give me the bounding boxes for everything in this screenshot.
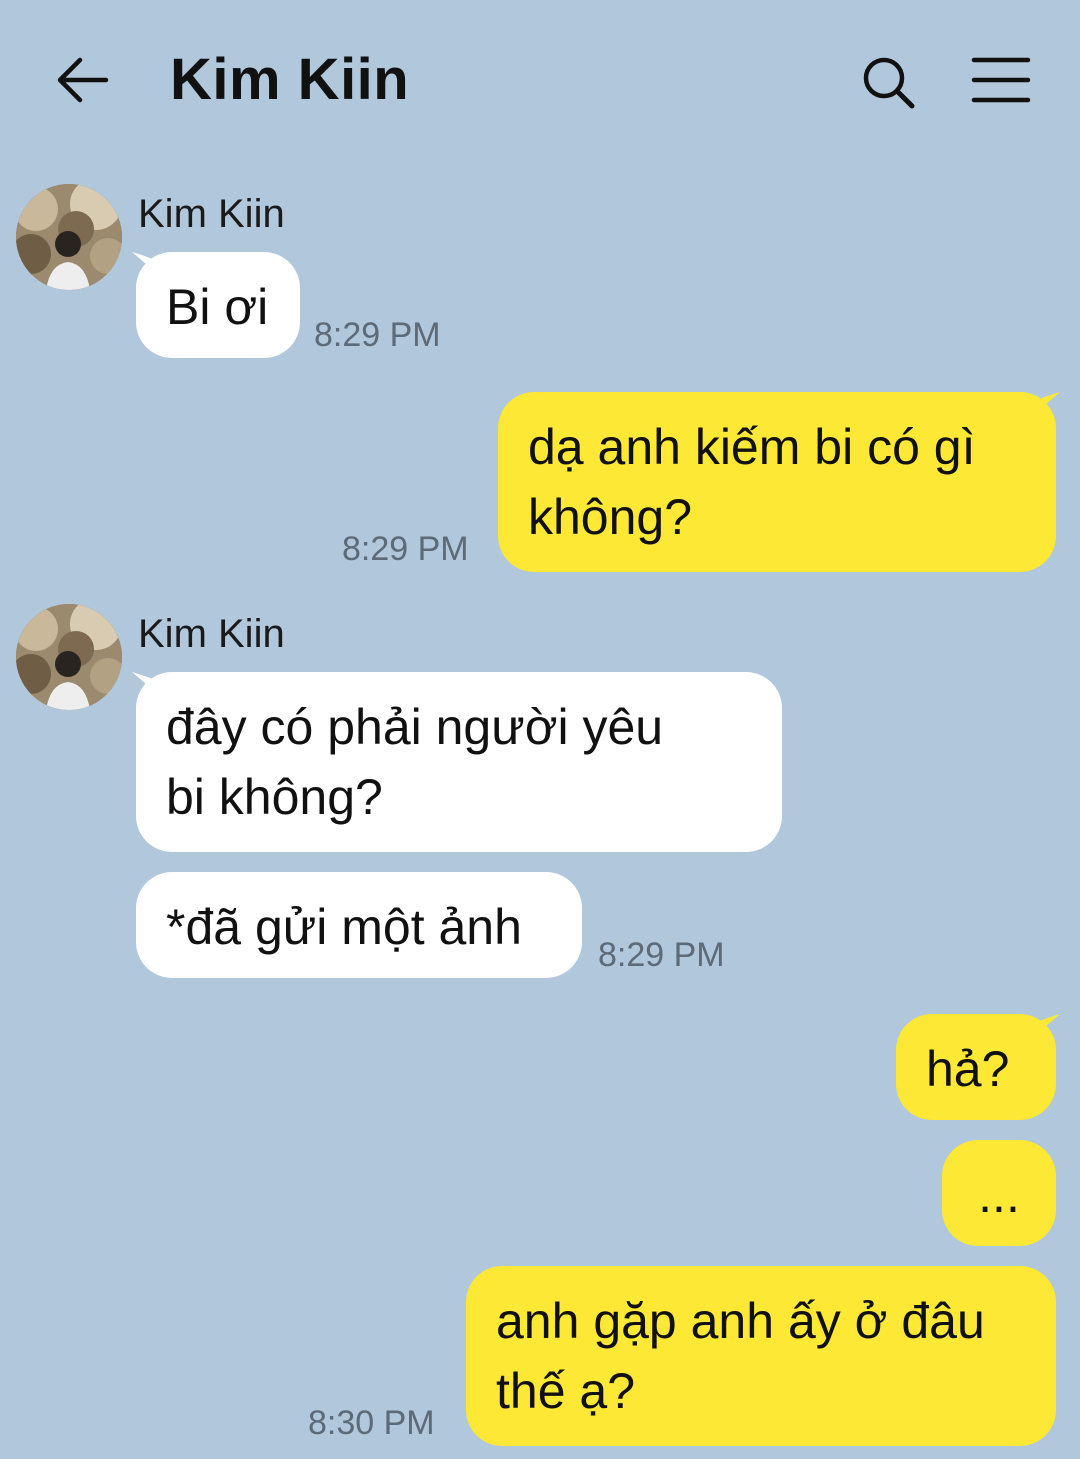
bubble-tail <box>1032 392 1060 416</box>
menu-button[interactable] <box>970 54 1032 106</box>
message-timestamp: 8:30 PM <box>308 1404 435 1442</box>
bubble-tail <box>1032 1014 1060 1038</box>
message-bubble[interactable]: dạ anh kiếm bi có gì không? <box>498 392 1056 572</box>
message-timestamp: 8:29 PM <box>314 316 441 354</box>
back-button[interactable] <box>52 50 112 110</box>
message-timestamp: 8:29 PM <box>342 530 469 568</box>
message-timestamp: 8:29 PM <box>598 936 725 974</box>
message-bubble[interactable]: Bi ơi <box>136 252 300 358</box>
chat-title: Kim Kiin <box>170 47 410 112</box>
chat-header: Kim Kiin <box>0 0 1080 160</box>
search-icon <box>863 57 915 109</box>
sender-name: Kim Kiin <box>138 612 285 656</box>
avatar[interactable] <box>16 604 122 710</box>
profile-photo <box>16 184 122 290</box>
message-bubble[interactable]: đây có phải người yêu bi không? <box>136 672 782 852</box>
profile-photo <box>16 604 122 710</box>
message-bubble[interactable]: ... <box>942 1140 1056 1246</box>
hamburger-menu-icon <box>971 57 1031 103</box>
message-bubble[interactable]: *đã gửi một ảnh <box>136 872 582 978</box>
search-button[interactable] <box>858 52 920 114</box>
sender-name: Kim Kiin <box>138 192 285 236</box>
arrow-left-icon <box>57 57 109 103</box>
message-bubble[interactable]: anh gặp anh ấy ở đâu thế ạ? <box>466 1266 1056 1446</box>
avatar[interactable] <box>16 184 122 290</box>
